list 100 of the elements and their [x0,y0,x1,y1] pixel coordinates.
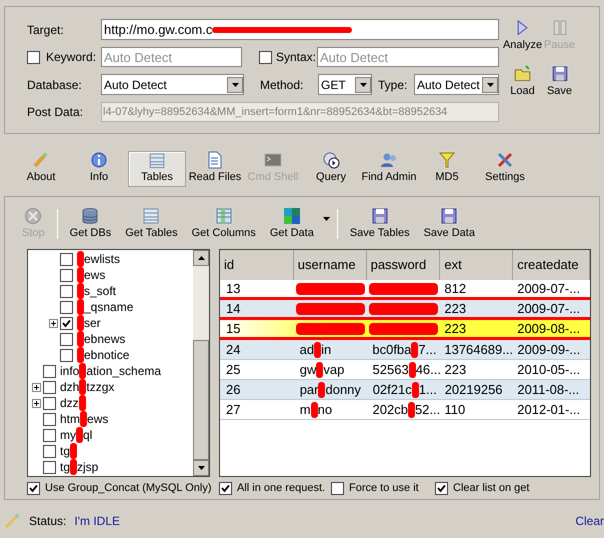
expand-icon[interactable] [32,382,41,392]
tree-item-label[interactable]: ebnotice [84,346,130,364]
url-text: http://mo.gw.com.c [104,20,212,39]
post-data-label: Post Data: [27,104,84,121]
tab[interactable]: Info [70,150,128,186]
scrollbar[interactable] [193,250,209,476]
checkbox[interactable] [259,50,272,64]
tab[interactable]: Read Files [186,150,244,186]
checkbox[interactable] [43,380,56,394]
tree-item-label[interactable]: dzh [60,378,80,396]
redaction-mark [314,342,322,358]
tree-item-label[interactable]: my [60,426,76,444]
table-icon [142,206,160,225]
tree-item-label[interactable]: dzz [60,394,79,412]
table-row[interactable]: 14 223 2009-07-... [220,300,590,320]
table-row[interactable]: 27 m no 202cb 52... 110 2012-01-... [220,400,590,420]
tree-item-label[interactable]: ser [84,314,101,332]
tree-item-label[interactable]: tg [60,458,70,476]
table-cell-text: ad [300,340,314,359]
table-cell-text: 25 [226,360,240,379]
analyze-button[interactable]: Analyze [505,19,540,53]
checkbox[interactable] [43,428,56,442]
expand-icon[interactable] [32,398,41,408]
tree-item-label[interactable]: info [60,362,80,380]
keyword-label: Keyword: [46,49,98,66]
table-cell-text: 110 [444,400,466,419]
table-cell-text: 223 [444,360,466,379]
info-icon [90,151,108,170]
method-select[interactable]: GET [318,74,372,95]
tree-item-label[interactable]: ews [87,410,108,428]
tree-item-label[interactable]: tzzgx [86,378,114,396]
scroll-up-icon[interactable] [193,250,209,266]
tab[interactable]: Settings [476,150,534,186]
checkbox[interactable] [43,364,56,378]
save-tool-button[interactable]: Save Tables [342,206,417,242]
checkbox[interactable] [43,460,56,474]
clear-link[interactable]: Clear [575,512,604,530]
target-field[interactable]: http://mo.gw.com.c [101,19,499,40]
query-icon [322,151,340,170]
columns-tool-button[interactable]: Get Columns [184,206,263,242]
table-cell-text: par [300,380,318,399]
tree-item-label[interactable]: tg [60,442,70,460]
data-tool-button[interactable]: Get Data [262,206,321,242]
tree-item-label[interactable]: s_soft [84,282,116,300]
checkbox[interactable] [60,268,73,282]
dbs-tool-button[interactable]: Get DBs [62,206,118,242]
checkbox[interactable] [60,300,73,314]
checkbox[interactable] [60,332,73,346]
tables-tool-button[interactable]: Get Tables [118,206,185,242]
database-select[interactable]: Auto Detect [101,74,244,95]
funnel-icon [438,151,456,170]
checkbox[interactable] [27,482,40,495]
tree-item-label[interactable]: ebnews [84,330,126,348]
checkbox[interactable] [43,412,56,426]
table-cell-text: 2010-05-... [517,360,580,379]
users-icon [380,151,398,170]
checkbox[interactable] [43,444,56,458]
save-button[interactable]: Save [542,65,577,99]
tree-item-label[interactable]: ews [84,266,106,284]
redaction-mark [296,302,365,314]
scroll-down-icon[interactable] [193,460,209,476]
checkbox[interactable] [435,482,448,495]
folder-icon [514,65,532,82]
save-tool-button[interactable]: Save Data [416,206,482,242]
tree-item-label[interactable]: htm [60,410,80,428]
tree-item-label[interactable]: ation_schema [86,362,162,380]
checkbox[interactable] [331,482,344,495]
tab[interactable]: MD5 [418,150,476,186]
expand-icon[interactable] [49,318,58,328]
checkbox[interactable] [60,252,73,266]
tab[interactable]: Query [302,150,360,186]
checkbox[interactable] [219,482,232,495]
table-cell-text: 2009-08-... [517,320,580,338]
table-row[interactable]: 24 ad in bc0fba 7... 13764689... 2009-09-... [220,340,590,360]
tree-item-label[interactable]: _qsname [84,298,134,316]
table-cell-text: 14 [226,300,240,318]
tab[interactable]: About [12,150,70,186]
load-button[interactable]: Load [505,65,540,99]
tree-item-label[interactable]: ql [83,426,92,444]
syntax-label: Syntax: [276,49,317,66]
table-cell-text: no [318,400,332,419]
tab[interactable]: Find Admin [360,150,418,186]
checkbox[interactable] [60,348,73,362]
tree-item-label[interactable]: ewlists [84,250,120,268]
table-icon [148,152,166,169]
table-row[interactable]: 13 812 2009-07-... [220,280,590,300]
table-row[interactable]: 25 gw vap 52563 46... 223 2010-05-... [220,360,590,380]
checkbox[interactable] [60,316,73,330]
dropdown-arrow-icon[interactable] [322,217,330,221]
type-select[interactable]: Auto Detect [414,74,499,95]
scrollbar-thumb[interactable] [193,340,209,460]
tab[interactable]: Tables [128,150,186,186]
checkbox[interactable] [60,284,73,298]
checkbox[interactable] [43,396,56,410]
table-row[interactable]: 15 223 2009-08-... [220,320,590,340]
checkbox[interactable] [27,50,40,64]
table-cell-text: vap [323,360,344,379]
status-text: I'm IDLE [74,513,120,530]
table-row[interactable]: 26 par donny 02f21c 1... 20219256 2011-08-... [220,380,590,400]
tree-item-label[interactable]: zjsp [77,458,98,476]
